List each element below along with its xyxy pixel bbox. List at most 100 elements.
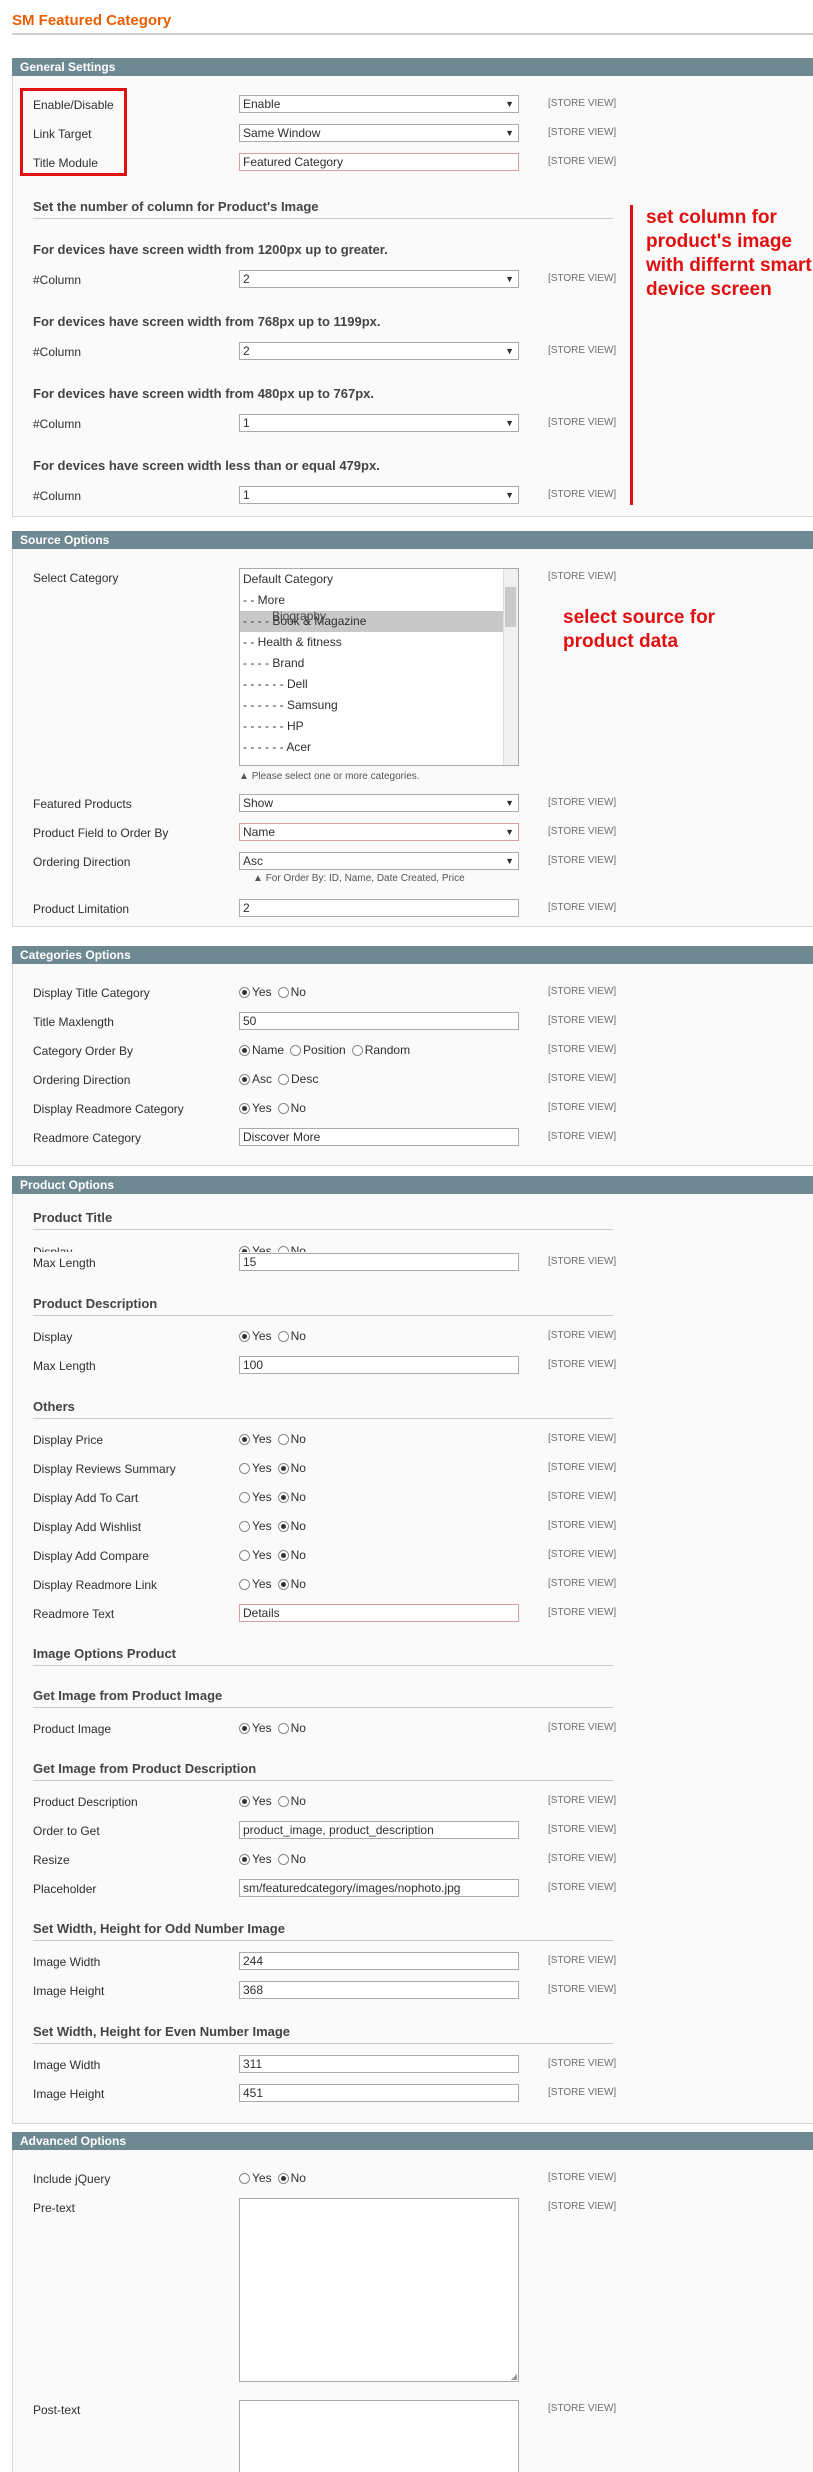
radio-no[interactable]: No [277,1548,306,1562]
column-768-select[interactable]: 2 ▼ [239,342,519,360]
radio-no[interactable]: No [277,1329,306,1343]
display-reviews-row: Display Reviews Summary Yes No [STORE VIE… [13,1459,813,1481]
product-options-header[interactable]: Product Options [12,1176,813,1194]
category-listbox[interactable]: Default Category - - More - - - - Book &… [239,568,519,766]
radio-yes[interactable]: Yes [239,1244,272,1252]
radio-no[interactable]: No [277,1490,306,1504]
column-479-select[interactable]: 1 ▼ [239,486,519,504]
radio-yes[interactable]: Yes [239,1721,272,1735]
radio-dot [277,986,289,998]
radio-yes[interactable]: Yes [239,1519,272,1533]
title-maxlength-input[interactable]: 15 [239,1253,519,1271]
radio-yes[interactable]: Yes [239,1329,272,1343]
radio-no[interactable]: No [277,1461,306,1475]
radio-no[interactable]: No [277,1794,306,1808]
scope-label: [STORE VIEW] [548,273,617,284]
scrollbar-thumb[interactable] [505,587,516,627]
radio-desc[interactable]: Desc [278,1072,318,1086]
radio-position[interactable]: Position [290,1043,346,1057]
odd-height-input[interactable]: 368 [239,1981,519,1999]
radio-no-label: No [290,1244,306,1252]
radio-no-label: No [290,1432,306,1446]
readmore-text-label: Readmore Text [33,1607,115,1621]
radio-no[interactable]: No [277,1432,306,1446]
column-480-select[interactable]: 1 ▼ [239,414,519,432]
category-option[interactable]: - - - - - - Samsung [240,695,518,716]
source-annotation: select source for product data [563,607,716,652]
dropdown-arrow-icon: ▼ [505,827,514,837]
radio-yes[interactable]: Yes [239,2171,272,2185]
pretext-textarea[interactable]: ◢ [239,2198,519,2382]
radio-yes[interactable]: Yes [239,1432,272,1446]
category-option[interactable]: - - - - - - Acer [240,737,518,758]
placeholder-input[interactable]: sm/featuredcategory/images/nophoto.jpg [239,1879,519,1897]
column-479-value: 1 [243,488,250,502]
radio-no[interactable]: No [277,1519,306,1533]
readmore-text-input[interactable]: Details [239,1604,519,1622]
display-readmore-row: Display Readmore Link Yes No [STORE VIEW] [13,1575,813,1597]
radio-yes[interactable]: Yes [239,1794,272,1808]
title-module-input[interactable]: Featured Category [239,153,519,171]
placeholder-row: Placeholder sm/featuredcategory/images/n… [13,1879,813,1901]
odd-width-input[interactable]: 244 [239,1952,519,1970]
source-options-header[interactable]: Source Options [12,531,813,549]
radio-dot [239,1102,250,1114]
display-compare-row: Display Add Compare Yes No [STORE VIEW] [13,1546,813,1568]
category-option[interactable]: Default Category [240,569,518,590]
radio-no[interactable]: No [277,985,306,999]
category-option[interactable]: - - - - - - HP [240,716,518,737]
scope-label: [STORE VIEW] [548,1256,617,1267]
even-height-input[interactable]: 451 [239,2084,519,2102]
limit-input[interactable]: 2 [239,899,519,917]
scope-label: [STORE VIEW] [548,345,617,356]
listbox-scrollbar[interactable] [503,569,518,765]
radio-no[interactable]: No [277,1244,306,1252]
radio-no[interactable]: No [277,2171,306,2185]
display-readmore-radios: Yes No [239,1577,312,1593]
radio-no[interactable]: No [277,1577,306,1591]
link-target-select[interactable]: Same Window ▼ [239,124,519,142]
radio-yes[interactable]: Yes [239,1577,272,1591]
radio-yes[interactable]: Yes [239,1101,272,1115]
resize-handle-icon[interactable]: ◢ [511,2372,517,2381]
title-max-input[interactable]: 50 [239,1012,519,1030]
radio-yes[interactable]: Yes [239,1461,272,1475]
posttext-textarea[interactable] [239,2400,519,2472]
category-option[interactable]: - - - - - - Dell [240,674,518,695]
radio-no-label: No [290,1721,306,1735]
ordering-select[interactable]: Asc ▼ [239,852,519,870]
radio-yes-label: Yes [252,1548,272,1562]
scope-label: [STORE VIEW] [548,1853,617,1864]
radio-no[interactable]: No [277,1852,306,1866]
posttext-label: Post-text [33,2403,81,2417]
radio-random[interactable]: Random [351,1043,410,1057]
category-option[interactable]: - - - - Book & Magazine Biography [240,609,518,632]
categories-options-header[interactable]: Categories Options [12,946,813,964]
readmore-text-row: Readmore Text Details [STORE VIEW] [13,1604,813,1626]
category-option[interactable]: - - - - Brand [240,653,518,674]
radio-dot [239,1462,250,1474]
enable-select[interactable]: Enable ▼ [239,95,519,113]
featured-select[interactable]: Show ▼ [239,794,519,812]
radio-yes[interactable]: Yes [239,1548,272,1562]
order-get-input[interactable]: product_image, product_description [239,1821,519,1839]
radio-yes[interactable]: Yes [239,1852,272,1866]
radio-no[interactable]: No [277,1101,306,1115]
scope-label: [STORE VIEW] [548,1044,617,1055]
highlight-box [20,88,127,176]
radio-yes[interactable]: Yes [239,985,272,999]
advanced-options-header[interactable]: Advanced Options [12,2132,813,2150]
category-option[interactable]: - - Health & fitness [240,632,518,653]
radio-yes[interactable]: Yes [239,1490,272,1504]
desc-maxlength-input[interactable]: 100 [239,1356,519,1374]
radio-no[interactable]: No [277,1721,306,1735]
even-width-input[interactable]: 311 [239,2055,519,2073]
radio-name[interactable]: Name [239,1043,284,1057]
image-options-heading: Image Options Product [33,1646,613,1666]
general-settings-header[interactable]: General Settings [12,58,813,76]
scope-label: [STORE VIEW] [548,1549,617,1560]
radio-asc[interactable]: Asc [239,1072,272,1086]
order-field-select[interactable]: Name ▼ [239,823,519,841]
readmore-text-input[interactable]: Discover More [239,1128,519,1146]
column-1200-select[interactable]: 2 ▼ [239,270,519,288]
